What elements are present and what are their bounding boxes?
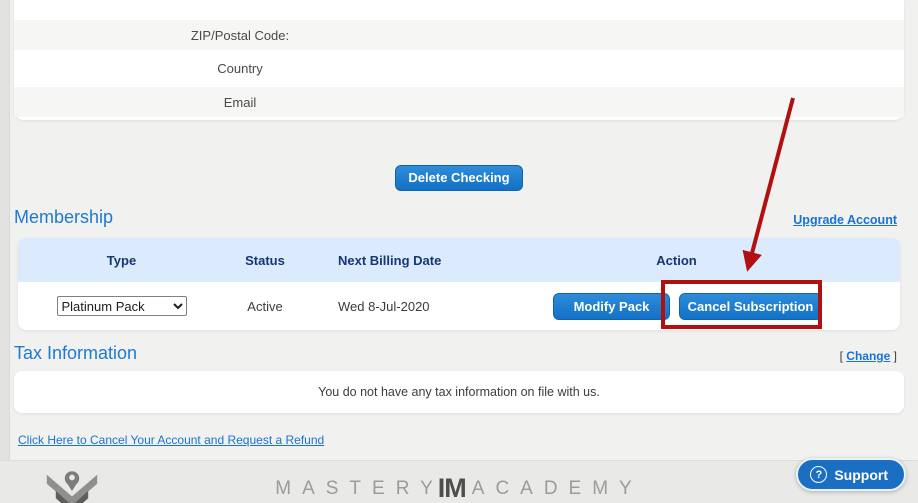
upgrade-account-link[interactable]: Upgrade Account	[793, 213, 897, 227]
footer: MASTERY IM ACADEMY	[0, 460, 918, 503]
cancel-account-refund-link[interactable]: Click Here to Cancel Your Account and Re…	[18, 433, 324, 447]
next-billing-date-column-header: Next Billing Date	[305, 253, 553, 268]
tax-change-wrap: [ Change ]	[840, 349, 897, 363]
tax-empty-message: You do not have any tax information on f…	[318, 385, 600, 399]
question-mark-icon: ?	[810, 466, 827, 483]
support-button[interactable]: ? Support	[796, 458, 906, 491]
action-column-header: Action	[553, 253, 900, 268]
account-page: ZIP/Postal Code: Country Email Delete Ch…	[0, 0, 918, 503]
tax-change-link[interactable]: Change	[846, 349, 890, 363]
delete-checking-button[interactable]: Delete Checking	[395, 165, 523, 191]
field-row-zip: ZIP/Postal Code:	[14, 20, 904, 50]
modify-pack-button[interactable]: Modify Pack	[553, 293, 670, 320]
brand-academy-text: ACADEMY	[472, 478, 643, 500]
country-label: Country	[14, 61, 466, 76]
delete-checking-row: Delete Checking	[0, 165, 918, 191]
billing-info-card: ZIP/Postal Code: Country Email	[14, 0, 904, 120]
brand-mastery-text: MASTERY	[275, 478, 444, 500]
membership-table-row: Platinum Pack Active Wed 8-Jul-2020 Modi…	[18, 282, 900, 330]
bracket-close: ]	[894, 349, 897, 363]
email-label: Email	[14, 95, 466, 110]
membership-header-row: Membership Upgrade Account	[14, 208, 897, 227]
membership-table-header: Type Status Next Billing Date Action	[18, 238, 900, 282]
membership-heading: Membership	[14, 208, 113, 227]
membership-status: Active	[225, 299, 305, 314]
tax-header-row: Tax Information [ Change ]	[14, 344, 897, 363]
brand-im-monogram: IM	[438, 473, 466, 503]
field-row-country: Country	[14, 50, 904, 87]
tax-information-heading: Tax Information	[14, 344, 137, 363]
type-column-header: Type	[18, 253, 225, 268]
zip-postal-code-label: ZIP/Postal Code:	[14, 28, 466, 43]
tax-info-card: You do not have any tax information on f…	[14, 371, 904, 413]
membership-table: Type Status Next Billing Date Action Pla…	[18, 238, 900, 330]
page-left-gutter	[0, 0, 10, 503]
membership-type-select[interactable]: Platinum Pack	[57, 296, 187, 316]
support-button-label: Support	[834, 467, 888, 483]
cancel-subscription-button[interactable]: Cancel Subscription	[679, 293, 822, 320]
next-billing-date: Wed 8-Jul-2020	[305, 299, 553, 314]
membership-actions-cell: Modify Pack Cancel Subscription	[553, 293, 918, 320]
field-row-email: Email	[14, 87, 904, 117]
brand-wordmark: MASTERY IM ACADEMY	[0, 461, 918, 503]
refund-link-row: Click Here to Cancel Your Account and Re…	[18, 431, 918, 449]
membership-type-cell: Platinum Pack	[18, 296, 225, 316]
bracket-open: [	[840, 349, 843, 363]
status-column-header: Status	[225, 253, 305, 268]
